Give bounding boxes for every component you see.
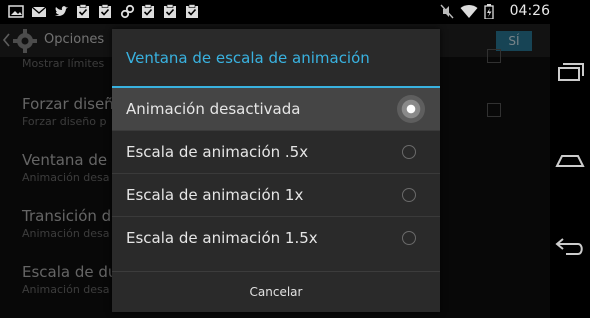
option-label: Animación desactivada — [126, 100, 301, 118]
clipboard-check-icon — [77, 4, 89, 18]
animation-scale-dialog: Ventana de escala de animación Animación… — [112, 29, 440, 312]
option-scale-1-5x[interactable]: Escala de animación 1.5x — [112, 217, 440, 259]
clipboard-check-icon — [99, 4, 111, 18]
clock: 04:26 — [509, 3, 550, 19]
radio-unselected-icon[interactable] — [402, 188, 416, 202]
status-bar: 04:26 — [0, 0, 590, 24]
option-scale-1x[interactable]: Escala de animación 1x — [112, 174, 440, 217]
image-icon — [8, 5, 24, 18]
clipboard-check-icon — [164, 4, 176, 18]
option-animation-off[interactable]: Animación desactivada — [112, 88, 440, 131]
radio-unselected-icon[interactable] — [402, 145, 416, 159]
clipboard-check-icon — [186, 4, 198, 18]
recent-apps-icon[interactable] — [554, 58, 586, 84]
option-label: Escala de animación 1.5x — [126, 229, 318, 247]
twitter-icon — [55, 6, 68, 16]
navigation-bar — [550, 0, 590, 318]
wifi-icon — [460, 5, 478, 18]
link-icon — [120, 4, 135, 19]
mail-icon — [31, 6, 47, 17]
radio-selected-icon[interactable] — [397, 95, 425, 123]
back-icon[interactable] — [554, 233, 586, 259]
clipboard-check-icon — [142, 4, 154, 18]
cancel-button[interactable]: Cancelar — [112, 272, 440, 312]
option-label: Escala de animación .5x — [126, 143, 309, 161]
option-scale-0-5x[interactable]: Escala de animación .5x — [112, 131, 440, 174]
home-icon[interactable] — [554, 146, 586, 172]
option-label: Escala de animación 1x — [126, 186, 304, 204]
battery-icon — [484, 4, 494, 19]
mute-icon — [440, 4, 454, 19]
radio-unselected-icon[interactable] — [402, 231, 416, 245]
dialog-title: Ventana de escala de animación — [126, 49, 370, 67]
